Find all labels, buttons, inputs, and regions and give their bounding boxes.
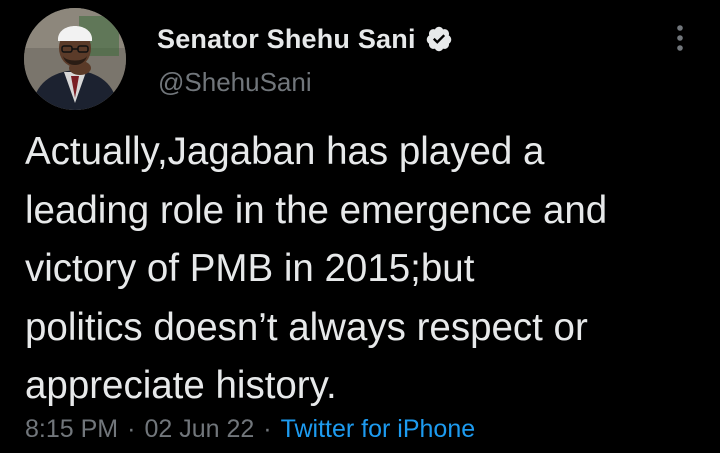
profile-photo-image — [24, 8, 126, 110]
avatar[interactable] — [24, 8, 126, 110]
verified-badge-icon — [425, 25, 453, 53]
separator-dot: · — [127, 414, 136, 443]
tweet-text: Actually,Jagaban has played a leading ro… — [25, 130, 608, 407]
separator-dot: · — [263, 414, 272, 443]
tweet-date[interactable]: 02 Jun 22 — [144, 415, 254, 444]
tweet-source-link[interactable]: Twitter for iPhone — [281, 415, 476, 444]
tweet-metadata: 8:15 PM · 02 Jun 22 · Twitter for iPhone — [25, 410, 475, 448]
author-display-name[interactable]: Senator Shehu Sani — [157, 24, 416, 55]
more-options-icon[interactable] — [666, 22, 694, 54]
author-handle[interactable]: @ShehuSani — [158, 67, 312, 98]
author-name-row: Senator Shehu Sani — [157, 21, 453, 57]
tweet-time[interactable]: 8:15 PM — [25, 415, 118, 444]
tweet-card: Senator Shehu Sani @ShehuSani Actually,J… — [0, 0, 720, 453]
